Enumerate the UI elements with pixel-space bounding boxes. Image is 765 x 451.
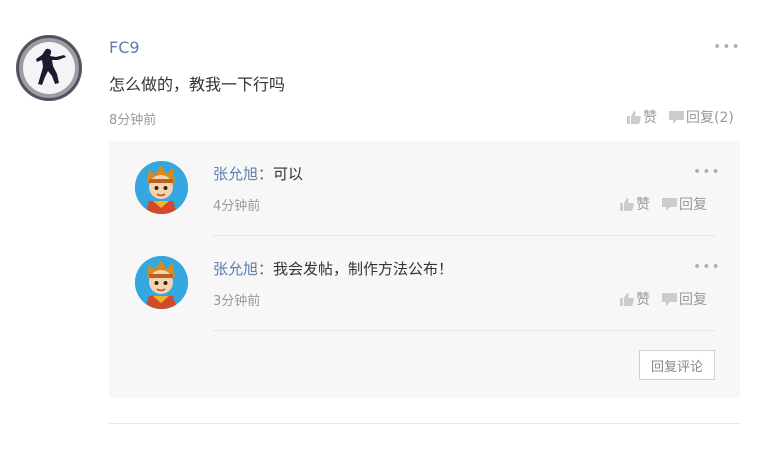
more-dots-icon[interactable]: ••• <box>713 39 741 55</box>
reply-item: 张允旭：可以 ••• 4分钟前 赞 回复 <box>109 141 740 236</box>
reply-comment-button[interactable]: 回复评论 <box>639 350 715 380</box>
divider <box>109 423 740 424</box>
reply-line: 张允旭：可以 <box>213 163 303 184</box>
divider <box>213 330 715 331</box>
comment-bubble-icon <box>662 197 677 211</box>
comment-item: FC9 ••• 怎么做的，教我一下行吗 8分钟前 赞 回复(2) 张允旭：可以 … <box>0 0 765 451</box>
thumbs-up-icon <box>620 197 634 211</box>
reply-actions: 赞 回复 <box>620 194 707 214</box>
cartoon-avatar-icon <box>135 256 188 309</box>
reply-actions: 赞 回复 <box>620 289 707 309</box>
like-button[interactable]: 赞 <box>620 289 650 309</box>
avatar[interactable] <box>16 35 82 101</box>
like-label: 赞 <box>636 197 650 213</box>
like-button[interactable]: 赞 <box>620 194 650 214</box>
comment-bubble-icon <box>669 110 684 124</box>
reply-separator: ： <box>258 165 274 183</box>
reply-time: 3分钟前 <box>213 294 261 309</box>
reply-text: 可以 <box>273 165 304 183</box>
reply-label: 回复 <box>679 292 707 308</box>
comment-bubble-icon <box>662 292 677 306</box>
reply-line: 张允旭：我会发帖，制作方法公布！ <box>213 258 453 279</box>
comment-time: 8分钟前 <box>109 113 157 128</box>
reply-time: 4分钟前 <box>213 199 261 214</box>
thumbs-up-icon <box>620 292 634 306</box>
reply-label: 回复(2) <box>686 110 734 126</box>
reply-item: 张允旭：我会发帖，制作方法公布！ ••• 3分钟前 赞 回复 <box>109 236 740 331</box>
counter-strike-logo-icon <box>17 36 81 100</box>
comment-username[interactable]: FC9 <box>109 38 140 57</box>
avatar[interactable] <box>135 256 188 309</box>
like-label: 赞 <box>636 292 650 308</box>
avatar[interactable] <box>135 161 188 214</box>
reply-button[interactable]: 回复(2) <box>669 107 734 127</box>
comment-text: 怎么做的，教我一下行吗 <box>109 75 286 94</box>
reply-username[interactable]: 张允旭 <box>213 260 258 278</box>
cartoon-avatar-icon <box>135 161 188 214</box>
thumbs-up-icon <box>627 110 641 124</box>
comment-actions: 赞 回复(2) <box>627 107 734 127</box>
reply-text: 我会发帖，制作方法公布！ <box>273 260 454 278</box>
like-button[interactable]: 赞 <box>627 107 657 127</box>
like-label: 赞 <box>643 110 657 126</box>
reply-button[interactable]: 回复 <box>662 194 707 214</box>
reply-label: 回复 <box>679 197 707 213</box>
reply-username[interactable]: 张允旭 <box>213 165 258 183</box>
reply-button[interactable]: 回复 <box>662 289 707 309</box>
reply-separator: ： <box>258 260 274 278</box>
more-dots-icon[interactable]: ••• <box>693 259 721 275</box>
more-dots-icon[interactable]: ••• <box>693 164 721 180</box>
reply-list: 张允旭：可以 ••• 4分钟前 赞 回复 张允旭：我会发帖，制作方法公布！ ••… <box>109 141 740 398</box>
